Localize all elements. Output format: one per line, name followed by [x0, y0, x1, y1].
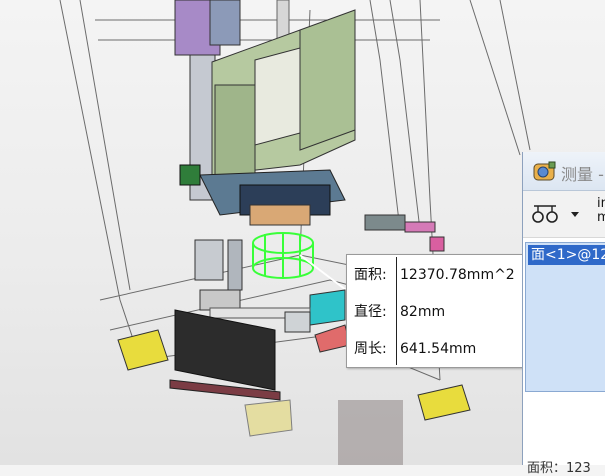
point-to-point-icon: [532, 205, 558, 223]
callout-row-area: 面积: 12370.78mm^2: [347, 265, 523, 285]
measurement-callout: 面积: 12370.78mm^2 直径: 82mm 周长: 641.54mm: [346, 254, 524, 368]
dark-plate: [169, 309, 281, 401]
measure-title: 测量 -: [561, 165, 604, 184]
measure-summary-text: 面积：123: [527, 461, 591, 476]
cad-viewport[interactable]: [0, 0, 605, 465]
perimeter-label: 周长:: [354, 341, 387, 357]
left-fixture: [194, 239, 243, 311]
measure-tool-icon: [533, 160, 557, 186]
cyan-block: [309, 289, 351, 353]
point-to-point-button[interactable]: [531, 203, 561, 229]
area-label: 面积:: [354, 267, 387, 283]
measure-toolbar: in m: [523, 191, 605, 238]
units-button-label[interactable]: in m: [597, 197, 605, 225]
callout-row-diameter: 直径: 82mm: [347, 302, 523, 322]
callout-row-perimeter: 周长: 641.54mm: [347, 339, 523, 359]
perimeter-value: 641.54mm: [400, 341, 477, 357]
result-list-item[interactable]: 面<1>@12: [528, 245, 605, 265]
area-value: 12370.78mm^2: [400, 267, 515, 283]
dropdown-arrow-icon[interactable]: [571, 212, 579, 217]
measure-results-list[interactable]: 面<1>@12: [525, 242, 605, 392]
diameter-label: 直径:: [354, 304, 387, 320]
measure-titlebar[interactable]: 测量 -: [523, 152, 605, 191]
measure-panel[interactable]: 测量 - in m 面<1>@12 面积：123: [522, 152, 605, 476]
middle-assembly: [179, 164, 445, 252]
diameter-value: 82mm: [400, 304, 446, 320]
